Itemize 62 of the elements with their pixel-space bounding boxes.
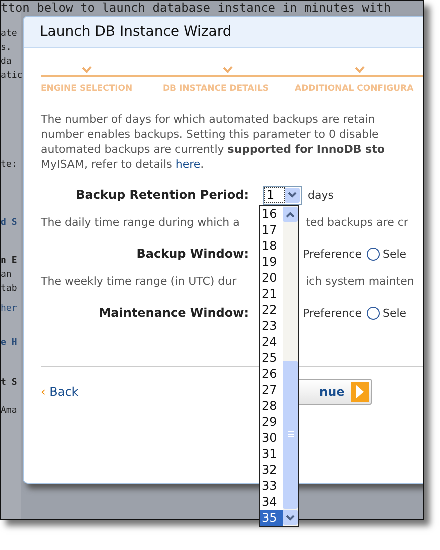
radio-label: Preference — [303, 306, 362, 320]
dropdown-option[interactable]: 25 — [260, 350, 283, 366]
help-text: ich system mainten — [306, 275, 414, 288]
step-label: DB INSTANCE DETAILS — [163, 84, 270, 94]
page-text: tab — [1, 283, 18, 296]
unit-label: days — [308, 188, 334, 202]
description-text: The number of days for which automated backups are retain number enables backups. Setting this parameter to 0 disable automated backups are currently supported for InnoDB sto MyISAM, refer to details here. — [41, 112, 386, 172]
help-text: ted backups are cr — [306, 216, 408, 229]
dropdown-option[interactable]: 17 — [260, 222, 283, 238]
dropdown-option[interactable]: 26 — [260, 366, 283, 382]
scroll-down-button[interactable] — [283, 510, 298, 525]
page-text: n E — [1, 255, 18, 268]
dropdown-option[interactable]: 22 — [260, 302, 283, 318]
field-label: Maintenance Window: — [98, 306, 249, 320]
step-label: ADDITIONAL CONFIGURA — [295, 84, 414, 94]
caret-down-icon — [286, 514, 295, 520]
details-link[interactable]: here — [176, 158, 201, 171]
dropdown-option[interactable]: 32 — [260, 462, 283, 478]
dropdown-option[interactable]: 24 — [260, 334, 283, 350]
dropdown-option[interactable]: 30 — [260, 430, 283, 446]
page-text: e H — [1, 337, 18, 350]
dropdown-option[interactable]: 21 — [260, 286, 283, 302]
radio-button[interactable] — [366, 306, 380, 320]
page-text: atic — [1, 70, 23, 83]
step-label: ENGINE SELECTION — [41, 84, 133, 94]
caret-down-icon — [288, 192, 297, 198]
radio-label: Sele — [382, 248, 407, 260]
page-link[interactable]: her — [1, 302, 18, 316]
page-text: tton below to launch database instance in minutes with — [1, 2, 392, 15]
page-text: s. — [1, 42, 12, 55]
dropdown-option[interactable]: 20 — [260, 270, 283, 286]
page-text: da — [1, 56, 12, 69]
field-label: Backup Window: — [136, 247, 249, 261]
dropdown-option[interactable]: 31 — [260, 446, 283, 462]
grip-icon — [286, 431, 294, 439]
radio-label: Preference — [303, 248, 362, 260]
scrollbar[interactable] — [283, 206, 298, 526]
dropdown-option[interactable]: 23 — [260, 318, 283, 334]
page-text: Ama — [1, 405, 18, 418]
dropdown-option[interactable]: 35 — [260, 510, 283, 526]
help-text: The weekly time range (in UTC) dur — [41, 275, 237, 288]
radio-button[interactable] — [366, 248, 380, 260]
scroll-thumb[interactable] — [283, 361, 298, 509]
page-text: t S — [1, 377, 18, 390]
scroll-up-button[interactable] — [283, 207, 298, 222]
back-link[interactable]: ‹ Back — [41, 385, 79, 399]
page-text: an — [1, 269, 12, 282]
page-text: te: — [1, 159, 18, 172]
dropdown-option[interactable]: 34 — [260, 494, 283, 510]
dropdown-option[interactable]: 29 — [260, 414, 283, 430]
field-label: Backup Retention Period: — [75, 188, 249, 202]
dropdown-option[interactable]: 33 — [260, 478, 283, 494]
dialog-title: Launch DB Instance Wizard — [40, 24, 232, 40]
dropdown-option[interactable]: 18 — [260, 238, 283, 254]
radio-label: Sele — [382, 306, 407, 320]
dropdown-option[interactable]: 19 — [260, 254, 283, 270]
page-text: d S — [1, 217, 18, 230]
retention-select[interactable]: 1 — [263, 186, 302, 204]
caret-up-icon — [286, 212, 295, 218]
page-text: ate — [1, 28, 18, 41]
help-text: The daily time range during which a — [41, 216, 240, 229]
dropdown-option[interactable]: 16 — [260, 206, 283, 222]
